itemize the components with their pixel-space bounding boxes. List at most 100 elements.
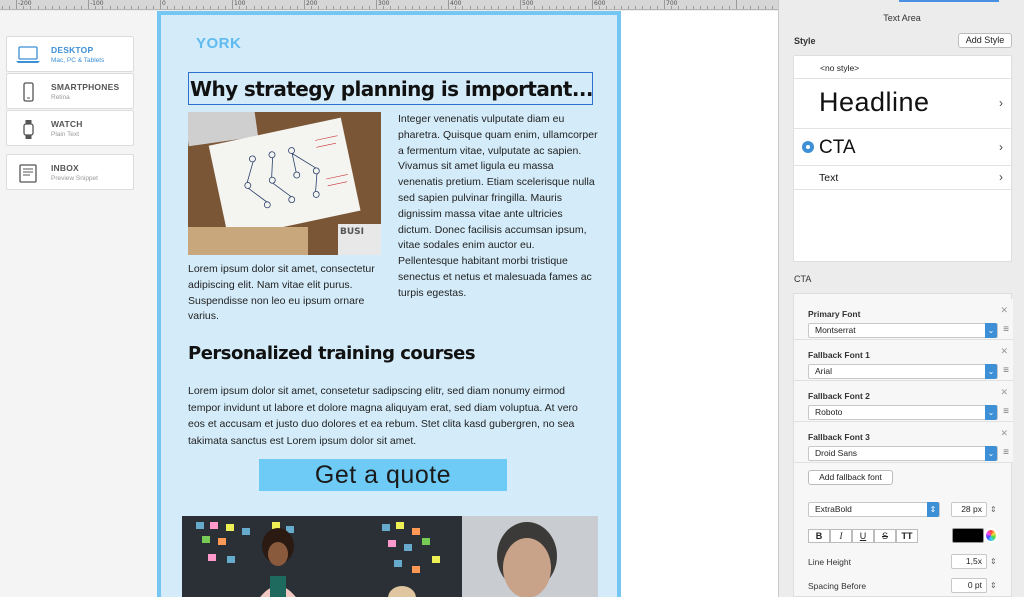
ruler-tick — [146, 6, 147, 9]
ruler-tick — [520, 0, 521, 9]
style-item-text[interactable]: Text › — [794, 166, 1013, 190]
email-headline[interactable]: Why strategy planning is important... — [190, 77, 593, 101]
close-icon[interactable]: ✕ — [1000, 346, 1008, 357]
ruler-tick — [261, 6, 262, 9]
close-icon[interactable]: ✕ — [1000, 305, 1008, 316]
ruler-tick — [664, 0, 665, 9]
drag-handle-icon[interactable]: ≡ — [1003, 366, 1009, 376]
ruler-tick — [275, 6, 276, 9]
email-logo[interactable]: YORK — [196, 35, 241, 52]
add-style-button[interactable]: Add Style — [958, 33, 1012, 48]
strategy-planning-photo[interactable]: BUSI — [188, 112, 381, 255]
ruler-tick — [426, 6, 427, 9]
style-item-no-style[interactable]: <no style> — [794, 56, 1013, 79]
drag-handle-icon[interactable]: ≡ — [1003, 325, 1009, 335]
device-subtitle: Mac, PC & Tablets — [51, 57, 105, 64]
add-fallback-font-button[interactable]: Add fallback font — [808, 470, 893, 485]
style-item-headline[interactable]: Headline › — [794, 79, 1013, 129]
cta-button[interactable]: Get a quote — [259, 459, 507, 491]
style-item-label: CTA — [819, 137, 856, 158]
strikethrough-button[interactable]: S — [874, 529, 896, 543]
device-smartphones-button[interactable]: SMARTPHONES Retina — [6, 73, 134, 109]
font-size-input[interactable]: 28 px — [951, 502, 987, 517]
ruler-label: -200 — [18, 0, 32, 7]
style-item-label: Headline — [819, 87, 930, 117]
ruler-tick — [729, 6, 730, 9]
ruler-tick — [419, 6, 420, 9]
stepper-icon[interactable]: ⇕ — [990, 578, 997, 593]
font-weight-value: ExtraBold — [815, 504, 852, 514]
ruler-tick — [628, 6, 629, 9]
ruler-tick — [506, 6, 507, 9]
ruler-tick — [174, 6, 175, 9]
cta-section-label: CTA — [794, 274, 812, 284]
ruler-tick — [758, 6, 759, 9]
ruler-tick — [477, 6, 478, 9]
all-caps-button[interactable]: TT — [896, 529, 918, 543]
device-name: DESKTOP — [51, 45, 94, 55]
font-weight-select[interactable]: ExtraBold ⇕ — [808, 502, 940, 517]
fallback-font-1-select[interactable]: Arial ⌄ — [808, 364, 998, 379]
drag-handle-icon[interactable]: ≡ — [1003, 448, 1009, 458]
ruler-tick — [736, 0, 737, 9]
ruler-tick — [124, 6, 125, 9]
device-desktop-button[interactable]: DESKTOP Mac, PC & Tablets — [6, 36, 134, 72]
ruler-tick — [707, 6, 708, 9]
ruler-label: -100 — [90, 0, 104, 7]
team-meeting-photo[interactable] — [182, 516, 598, 597]
paragraph-right[interactable]: Integer venenatis vulputate diam eu phar… — [398, 112, 598, 302]
device-subtitle: Preview Snippet — [51, 175, 98, 182]
ruler-tick — [362, 6, 363, 9]
primary-font-group: Primary Font ✕ Montserrat ⌄ ≡ — [794, 299, 1013, 340]
spacing-before-input[interactable]: 0 pt — [951, 578, 987, 593]
ruler-tick — [290, 6, 291, 9]
ruler-tick — [678, 6, 679, 9]
ruler-tick — [376, 0, 377, 9]
style-label: Style — [794, 36, 816, 46]
ruler-tick — [614, 6, 615, 9]
style-item-label: Text — [819, 172, 839, 184]
section-heading[interactable]: Personalized training courses — [188, 343, 476, 364]
ruler-tick — [74, 6, 75, 9]
ruler-tick — [578, 6, 579, 9]
device-inbox-button[interactable]: INBOX Preview Snippet — [6, 154, 134, 190]
style-item-cta[interactable]: CTA › — [794, 129, 1013, 166]
chevron-right-icon: › — [999, 170, 1003, 184]
ruler-tick — [210, 6, 211, 9]
chevron-down-icon: ⌄ — [985, 405, 997, 420]
font-label: Fallback Font 1 — [808, 350, 870, 360]
stepper-icon[interactable]: ⇕ — [990, 502, 998, 517]
bold-button[interactable]: B — [808, 529, 830, 543]
ruler-tick — [304, 0, 305, 9]
style-item-label: <no style> — [820, 63, 860, 73]
laptop-icon — [15, 45, 43, 67]
fallback-font-2-select[interactable]: Roboto ⌄ — [808, 405, 998, 420]
ruler-tick — [642, 6, 643, 9]
ruler-tick — [354, 6, 355, 9]
color-wheel-icon[interactable] — [984, 528, 998, 543]
section-paragraph[interactable]: Lorem ipsum dolor sit amet, consetetur s… — [188, 383, 593, 449]
ruler-tick — [297, 6, 298, 9]
ruler-tick — [347, 6, 348, 9]
close-icon[interactable]: ✕ — [1000, 387, 1008, 398]
ruler-tick — [714, 6, 715, 9]
inbox-icon — [15, 163, 43, 185]
ruler-tick — [45, 6, 46, 9]
device-subtitle: Plain Text — [51, 131, 80, 138]
underline-button[interactable]: U — [852, 529, 874, 543]
device-preview-panel: DESKTOP Mac, PC & Tablets SMARTPHONES Re… — [0, 11, 157, 597]
ruler-tick — [318, 6, 319, 9]
inspector-active-indicator — [899, 0, 999, 2]
text-color-swatch[interactable] — [952, 528, 984, 543]
ruler-label: 700 — [666, 0, 678, 7]
line-height-input[interactable]: 1,5x — [951, 554, 987, 569]
paragraph-left[interactable]: Lorem ipsum dolor sit amet, consectetur … — [188, 262, 383, 325]
fallback-font-3-select[interactable]: Droid Sans ⌄ — [808, 446, 998, 461]
italic-button[interactable]: I — [830, 529, 852, 543]
device-watch-button[interactable]: WATCH Plain Text — [6, 110, 134, 146]
primary-font-select[interactable]: Montserrat ⌄ — [808, 323, 998, 338]
close-icon[interactable]: ✕ — [1000, 428, 1008, 439]
drag-handle-icon[interactable]: ≡ — [1003, 407, 1009, 417]
stepper-icon[interactable]: ⇕ — [990, 554, 997, 569]
ruler-tick — [189, 6, 190, 9]
